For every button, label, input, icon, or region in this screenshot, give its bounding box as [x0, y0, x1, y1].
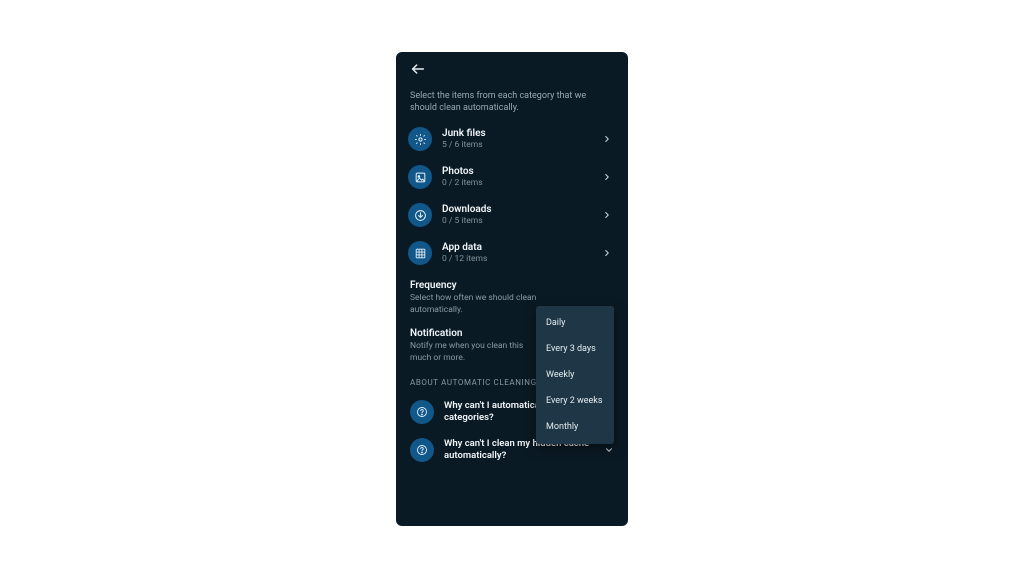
grid-icon [408, 241, 432, 265]
intro-text: Select the items from each category that… [410, 90, 614, 114]
help-icon [410, 438, 434, 462]
arrow-left-icon [410, 61, 426, 77]
download-icon [408, 203, 432, 227]
help-icon [410, 400, 434, 424]
category-subtitle: 0 / 5 items [442, 216, 600, 226]
frequency-option-every-2-weeks[interactable]: Every 2 weeks [536, 388, 614, 414]
category-photos[interactable]: Photos 0 / 2 items [406, 158, 618, 196]
chevron-right-icon [600, 210, 614, 220]
top-bar [396, 52, 628, 86]
category-title: Photos [442, 166, 600, 177]
frequency-option-monthly[interactable]: Monthly [536, 414, 614, 440]
frequency-option-daily[interactable]: Daily [536, 310, 614, 336]
frequency-dropdown: Daily Every 3 days Weekly Every 2 weeks … [536, 306, 614, 444]
chevron-right-icon [600, 134, 614, 144]
image-icon [408, 165, 432, 189]
category-downloads[interactable]: Downloads 0 / 5 items [406, 196, 618, 234]
category-title: App data [442, 242, 600, 253]
chevron-right-icon [600, 248, 614, 258]
category-subtitle: 5 / 6 items [442, 140, 600, 150]
category-subtitle: 0 / 12 items [442, 254, 600, 264]
frequency-title: Frequency [410, 280, 614, 291]
frequency-option-every-3-days[interactable]: Every 3 days [536, 336, 614, 362]
category-app-data[interactable]: App data 0 / 12 items [406, 234, 618, 272]
intro-section: Select the items from each category that… [396, 86, 628, 114]
chevron-down-icon [603, 445, 614, 455]
category-title: Downloads [442, 204, 600, 215]
gear-icon [408, 127, 432, 151]
chevron-right-icon [600, 172, 614, 182]
settings-screen: Select the items from each category that… [396, 52, 628, 526]
category-list: Junk files 5 / 6 items Photos 0 / 2 item… [396, 114, 628, 272]
category-junk-files[interactable]: Junk files 5 / 6 items [406, 120, 618, 158]
category-title: Junk files [442, 128, 600, 139]
frequency-option-weekly[interactable]: Weekly [536, 362, 614, 388]
category-subtitle: 0 / 2 items [442, 178, 600, 188]
back-button[interactable] [406, 57, 430, 81]
